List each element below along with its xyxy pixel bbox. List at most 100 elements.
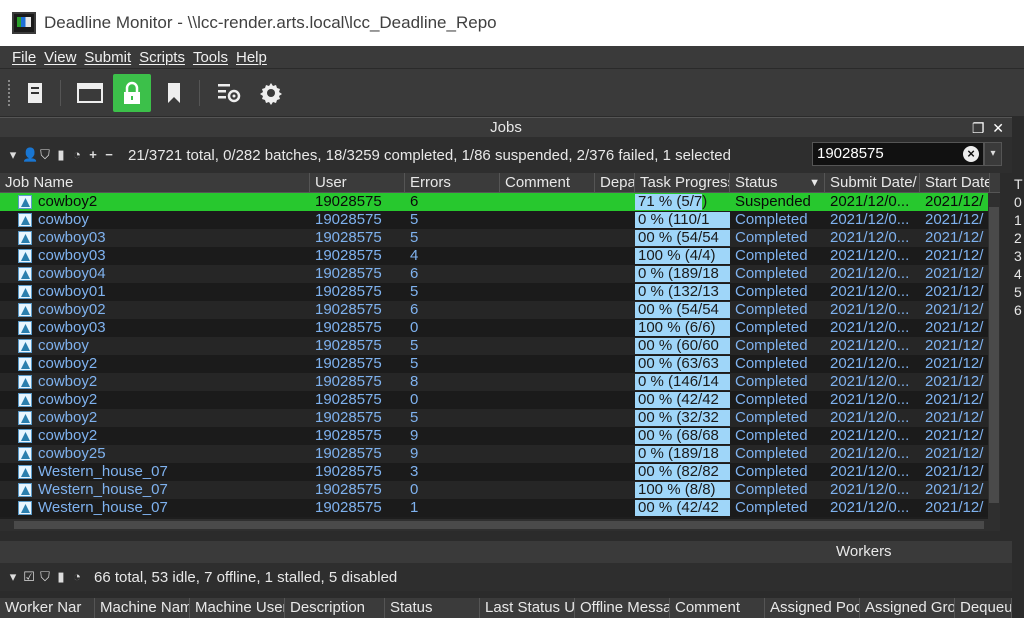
pie-chart-icon[interactable]: ◔ <box>70 148 84 162</box>
job-icon <box>18 429 32 443</box>
settings-list-icon[interactable] <box>210 74 248 112</box>
job-comment-cell <box>500 229 595 247</box>
job-icon <box>18 285 32 299</box>
menu-submit[interactable]: Submit <box>84 49 131 66</box>
job-icon <box>18 357 32 371</box>
menu-tools[interactable]: Tools <box>193 49 228 66</box>
column-header-task-progress[interactable]: Task Progress <box>635 173 730 192</box>
job-errors-cell: 9 <box>410 445 419 462</box>
workers-panel-header: Workers <box>0 541 1012 563</box>
workers-column-header[interactable]: Assigned Poo <box>765 598 860 618</box>
bookmark-icon[interactable]: ▮ <box>54 570 68 584</box>
job-start-date-cell: 2021/12/ <box>925 355 984 372</box>
job-errors-cell: 8 <box>410 373 419 390</box>
job-row[interactable]: cowboy2 19028575 0 00 % (42/42 Completed 2021… <box>0 391 1000 409</box>
job-user-cell: 19028575 <box>315 499 382 516</box>
job-comment-cell <box>500 301 595 319</box>
job-submit-date-cell: 2021/12/0... <box>830 355 910 372</box>
menu-view[interactable]: View <box>44 49 76 66</box>
toolbar-grip[interactable] <box>8 79 12 106</box>
column-header-errors[interactable]: Errors <box>405 173 500 192</box>
job-user-cell: 19028575 <box>315 337 382 354</box>
document-icon[interactable] <box>16 74 54 112</box>
job-row[interactable]: cowboy03 19028575 4 100 % (4/4) Completed 202… <box>0 247 1000 265</box>
workers-column-header[interactable]: Last Status Up <box>480 598 575 618</box>
column-header-start-date[interactable]: Start Date <box>920 173 990 192</box>
job-name-cell: cowboy01 <box>0 283 310 301</box>
column-header-submit-date[interactable]: Submit Date/ <box>825 173 920 192</box>
job-department-cell <box>595 499 635 517</box>
job-row[interactable]: cowboy04 19028575 6 0 % (189/18 Completed 202… <box>0 265 1000 283</box>
close-icon[interactable]: ✕ <box>992 120 1004 136</box>
workers-column-header[interactable]: Worker Nar <box>0 598 95 618</box>
bookmark-icon[interactable]: ▮ <box>54 148 68 162</box>
dropdown-arrow-icon[interactable]: ▾ <box>6 570 20 584</box>
workers-column-header[interactable]: Description <box>285 598 385 618</box>
column-header-user[interactable]: User <box>310 173 405 192</box>
job-row[interactable]: cowboy 19028575 5 00 % (60/60 Completed 2021/… <box>0 337 1000 355</box>
job-name: cowboy04 <box>38 265 106 282</box>
progress-text: 0 % (110/1 <box>638 211 710 228</box>
job-row[interactable]: cowboy2 19028575 5 00 % (63/63 Completed 2021… <box>0 355 1000 373</box>
job-errors-cell: 5 <box>410 229 419 246</box>
job-row[interactable]: Western_house_07 19028575 0 100 % (8/8) Comp… <box>0 481 1000 499</box>
dropdown-arrow-icon[interactable]: ▾ <box>6 148 20 162</box>
gear-icon[interactable] <box>252 74 290 112</box>
column-header-comment[interactable]: Comment <box>500 173 595 192</box>
column-header-job-name[interactable]: Job Name <box>0 173 310 192</box>
checkbox-icon[interactable]: ☑ <box>22 570 36 584</box>
workers-column-header[interactable]: Status <box>385 598 480 618</box>
job-row[interactable]: cowboy02 19028575 6 00 % (54/54 Completed 202… <box>0 301 1000 319</box>
bookmark-icon[interactable] <box>155 74 193 112</box>
jobs-search-input[interactable]: 19028575 × <box>812 142 984 166</box>
job-row[interactable]: Western_house_07 19028575 3 00 % (82/82 Comp… <box>0 463 1000 481</box>
workers-column-header[interactable]: Assigned Gro <box>860 598 955 618</box>
toolbar-separator <box>199 79 200 106</box>
workers-column-header[interactable]: Offline Messa <box>575 598 670 618</box>
restore-icon[interactable]: ❐ <box>972 120 985 136</box>
column-header-department[interactable]: Depa <box>595 173 635 192</box>
minus-icon[interactable]: − <box>102 148 116 162</box>
job-submit-date-cell: 2021/12/0... <box>830 445 910 462</box>
pie-chart-icon[interactable]: ◔ <box>70 570 84 584</box>
filter-icon[interactable]: ⛉ <box>38 570 52 584</box>
job-comment-cell <box>500 499 595 517</box>
job-submit-date-cell: 2021/12/0... <box>830 301 910 318</box>
job-row[interactable]: cowboy03 19028575 5 00 % (54/54 Completed 202… <box>0 229 1000 247</box>
job-errors-cell: 1 <box>410 499 419 516</box>
job-start-date-cell: 2021/12/ <box>925 445 984 462</box>
workers-column-header[interactable]: Machine Nam <box>95 598 190 618</box>
filter-icon[interactable]: ⛉ <box>38 148 52 162</box>
user-icon[interactable]: 👤 <box>22 148 38 162</box>
menu-file[interactable]: File <box>12 49 36 66</box>
job-icon <box>18 321 32 335</box>
job-row[interactable]: cowboy2 19028575 9 00 % (68/68 Completed 2021… <box>0 427 1000 445</box>
job-row[interactable]: cowboy03 19028575 0 100 % (6/6) Completed 202… <box>0 319 1000 337</box>
job-row[interactable]: cowboy2 19028575 6 71 % (5/7) Suspended 2021/… <box>0 193 1000 211</box>
job-icon <box>18 267 32 281</box>
workers-column-header[interactable]: Dequeuin <box>955 598 1012 618</box>
workers-column-header[interactable]: Machine User <box>190 598 285 618</box>
scroll-thumb[interactable] <box>14 521 984 529</box>
job-row[interactable]: Western_house_07 19028575 1 00 % (42/42 Comp… <box>0 499 1000 517</box>
job-submit-date-cell: 2021/12/0... <box>830 193 910 210</box>
sort-descending-icon: ▼ <box>809 177 820 189</box>
job-row[interactable]: cowboy 19028575 5 0 % (110/1 Completed 2021/1… <box>0 211 1000 229</box>
job-row[interactable]: cowboy2 19028575 5 00 % (32/32 Completed 2021… <box>0 409 1000 427</box>
lock-icon[interactable] <box>113 73 151 112</box>
menu-help[interactable]: Help <box>236 49 267 66</box>
workers-column-header[interactable]: Comment <box>670 598 765 618</box>
job-status-cell: Completed <box>735 427 808 444</box>
jobs-vertical-scrollbar[interactable] <box>988 193 1000 519</box>
job-row[interactable]: cowboy2 19028575 8 0 % (146/14 Completed 2021… <box>0 373 1000 391</box>
clear-search-icon[interactable]: × <box>963 146 979 162</box>
job-row[interactable]: cowboy25 19028575 9 0 % (189/18 Completed 202… <box>0 445 1000 463</box>
plus-icon[interactable]: + <box>86 148 100 162</box>
scroll-thumb[interactable] <box>989 207 999 503</box>
window-icon[interactable] <box>71 74 109 112</box>
jobs-horizontal-scrollbar[interactable] <box>0 519 1000 531</box>
column-header-status[interactable]: Status ▼ <box>730 173 825 192</box>
search-dropdown-button[interactable]: ▾ <box>984 142 1002 166</box>
menu-scripts[interactable]: Scripts <box>139 49 185 66</box>
job-row[interactable]: cowboy01 19028575 5 0 % (132/13 Completed 202… <box>0 283 1000 301</box>
